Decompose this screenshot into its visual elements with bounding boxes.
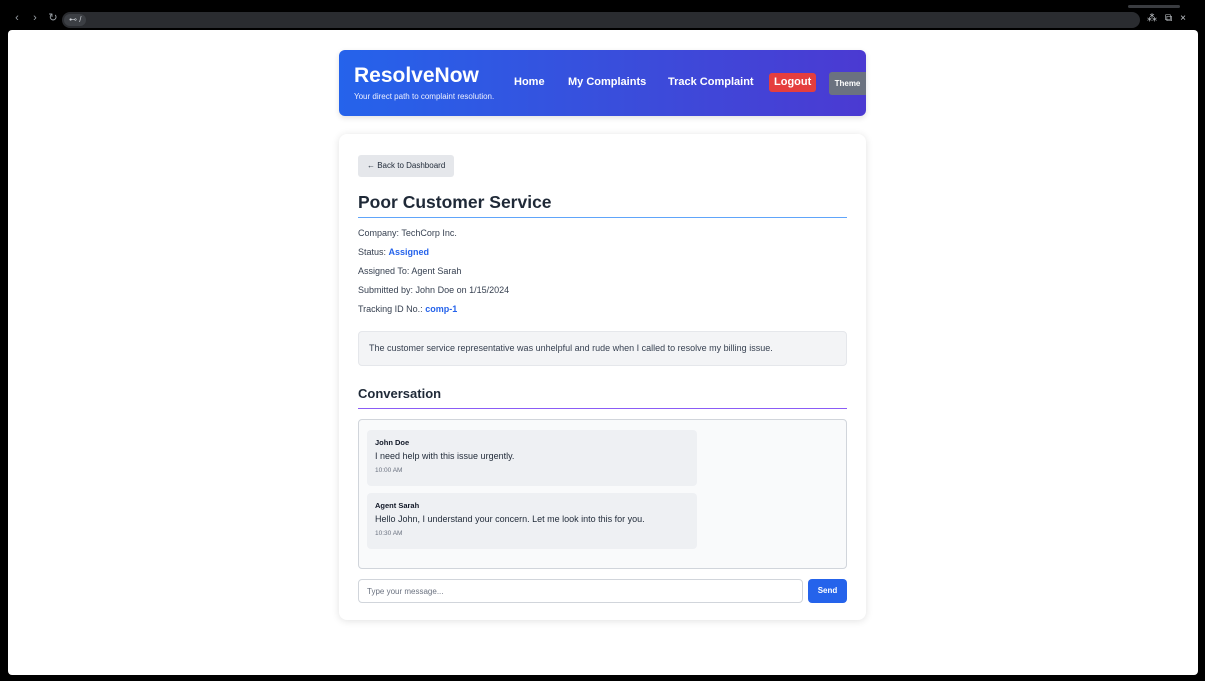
message-timestamp: 10:30 AM: [375, 530, 403, 537]
assigned-row: Assigned To: Agent Sarah: [358, 265, 461, 277]
conversation-thread[interactable]: John Doe I need help with this issue urg…: [358, 419, 847, 569]
conversation-heading: Conversation: [358, 386, 442, 401]
page-viewport: ResolveNow Your direct path to complaint…: [8, 30, 1198, 675]
submitted-label: Submitted by:: [358, 285, 414, 295]
nav-my-complaints[interactable]: My Complaints: [568, 75, 646, 89]
reload-icon[interactable]: ↻: [48, 12, 58, 24]
status-badge: Assigned: [388, 247, 430, 257]
browser-nav: ‹ › ↻: [12, 12, 58, 24]
company-row: Company: TechCorp Inc.: [358, 227, 457, 239]
close-icon[interactable]: ×: [1180, 13, 1186, 25]
nav-home[interactable]: Home: [514, 75, 545, 89]
forward-arrow-icon[interactable]: ›: [30, 12, 40, 24]
complaint-description: The customer service representative was …: [358, 331, 847, 366]
assigned-value: Agent Sarah: [411, 266, 462, 276]
company-value: TechCorp Inc.: [401, 228, 457, 238]
chat-message: Agent Sarah Hello John, I understand you…: [367, 493, 697, 549]
back-to-dashboard-button[interactable]: ← Back to Dashboard: [358, 155, 455, 177]
window-controls: ⁂ ⧉ ×: [1147, 13, 1186, 25]
submitted-row: Submitted by: John Doe on 1/15/2024: [358, 284, 509, 296]
theme-toggle-button[interactable]: Theme: [829, 72, 866, 95]
title-divider: [358, 217, 847, 218]
message-input[interactable]: [358, 579, 803, 603]
address-bar[interactable]: ⊷ /: [62, 12, 1140, 28]
assigned-label: Assigned To:: [358, 266, 410, 276]
url-text[interactable]: ⊷ /: [64, 14, 87, 26]
browser-toolbar: ‹ › ↻ ⊷ / ⁂ ⧉ ×: [0, 0, 1205, 30]
message-text: Hello John, I understand your concern. L…: [375, 514, 645, 524]
message-timestamp: 10:00 AM: [375, 467, 403, 474]
submitted-date-value: 1/15/2024: [469, 285, 510, 295]
logout-button[interactable]: Logout: [769, 73, 817, 92]
brand-tagline: Your direct path to complaint resolution…: [354, 92, 495, 101]
submitted-by-value: John Doe: [415, 285, 455, 295]
message-author: John Doe: [375, 438, 410, 447]
app-header: ResolveNow Your direct path to complaint…: [339, 50, 866, 116]
company-label: Company:: [358, 228, 400, 238]
message-text: I need help with this issue urgently.: [375, 451, 515, 461]
back-arrow-icon[interactable]: ‹: [12, 12, 22, 24]
submitted-on-label: on: [456, 285, 467, 295]
status-label: Status:: [358, 247, 387, 257]
nav-track-complaint[interactable]: Track Complaint: [668, 75, 754, 89]
message-author: Agent Sarah: [375, 501, 420, 510]
conversation-divider: [358, 408, 847, 409]
chat-message: John Doe I need help with this issue urg…: [367, 430, 697, 486]
tracking-label: Tracking ID No.:: [358, 304, 423, 314]
window-tab-strip: [1128, 5, 1180, 8]
page-title: Poor Customer Service: [358, 192, 552, 212]
tracking-row: Tracking ID No.: comp-1: [358, 303, 457, 315]
brand-logo[interactable]: ResolveNow: [354, 64, 479, 88]
tracking-id-value: comp-1: [425, 304, 458, 314]
status-row: Status: Assigned: [358, 246, 429, 258]
restore-icon[interactable]: ⧉: [1165, 13, 1172, 25]
complaint-detail-card: ← Back to Dashboard Poor Customer Servic…: [339, 134, 866, 620]
extensions-icon[interactable]: ⁂: [1147, 13, 1157, 25]
send-button[interactable]: Send: [808, 579, 847, 603]
